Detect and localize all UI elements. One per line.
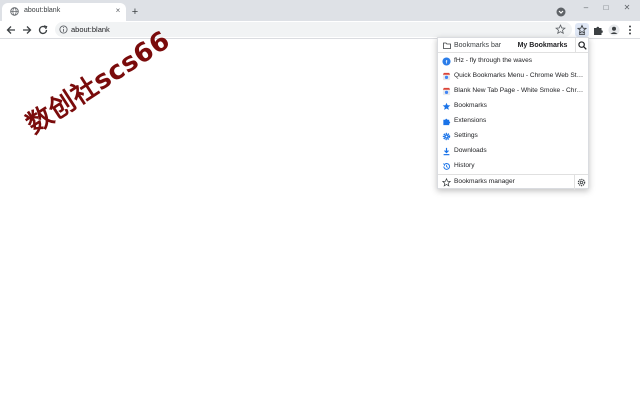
bookmarks-extension-button[interactable] bbox=[575, 23, 589, 37]
reload-icon[interactable] bbox=[37, 24, 49, 36]
chrome-menu-icon[interactable] bbox=[623, 23, 637, 37]
popup-search-button[interactable] bbox=[575, 38, 588, 53]
bookmark-item[interactable]: Settings bbox=[438, 129, 588, 144]
profile-avatar-icon[interactable] bbox=[607, 23, 621, 37]
gear-icon bbox=[442, 132, 451, 141]
bookmark-label: fHz - fly through the waves bbox=[454, 57, 533, 64]
new-tab-button[interactable]: + bbox=[129, 6, 141, 18]
forward-arrow-icon[interactable] bbox=[21, 24, 33, 36]
bookmarks-popup: Bookmarks bar My Bookmarks f fHz - fly t… bbox=[437, 37, 589, 190]
maximize-button[interactable]: □ bbox=[600, 3, 612, 13]
bookmark-label: History bbox=[454, 162, 475, 169]
bookmark-item[interactable]: Extensions bbox=[438, 114, 588, 129]
tab-bookmarks-bar-label: Bookmarks bar bbox=[454, 42, 502, 49]
bookmark-item[interactable]: f fHz - fly through the waves bbox=[438, 54, 588, 69]
tab-close-icon[interactable]: × bbox=[113, 6, 123, 16]
tab-strip: about:blank × + – □ ✕ bbox=[0, 0, 640, 21]
tab-my-bookmarks[interactable]: My Bookmarks bbox=[510, 38, 575, 53]
tab-bookmarks-bar[interactable]: Bookmarks bar bbox=[438, 38, 510, 53]
chrome-web-store-icon bbox=[442, 72, 451, 81]
download-icon bbox=[443, 147, 450, 156]
popup-footer: Bookmarks manager bbox=[438, 174, 588, 190]
bookmark-item[interactable]: Downloads bbox=[438, 144, 588, 159]
bookmark-item[interactable]: Blank New Tab Page - White Smoke - Chrom… bbox=[438, 84, 588, 99]
bookmark-label: Settings bbox=[454, 132, 478, 139]
star-icon bbox=[442, 102, 451, 110]
extensions-puzzle-icon[interactable] bbox=[591, 23, 605, 37]
tab-search-icon[interactable] bbox=[556, 7, 566, 17]
bookmark-label: Bookmarks bbox=[454, 102, 487, 109]
bookmarks-manager-link[interactable]: Bookmarks manager bbox=[454, 178, 515, 185]
bookmark-label: Blank New Tab Page - White Smoke - Chrom… bbox=[454, 87, 584, 94]
fhz-favicon: f bbox=[442, 57, 451, 66]
url-text[interactable]: about:blank bbox=[71, 25, 110, 34]
bookmark-item[interactable]: Bookmarks bbox=[438, 99, 588, 114]
star-outline-icon bbox=[442, 178, 451, 187]
chrome-web-store-icon bbox=[442, 87, 451, 96]
tab-about-blank[interactable]: about:blank × bbox=[2, 3, 126, 21]
popup-settings-button[interactable] bbox=[574, 175, 588, 190]
globe-icon bbox=[10, 7, 19, 16]
history-icon bbox=[442, 163, 451, 170]
info-icon[interactable] bbox=[59, 25, 68, 34]
window-close-button[interactable]: ✕ bbox=[621, 3, 633, 13]
folder-icon bbox=[443, 42, 451, 49]
puzzle-icon bbox=[443, 118, 451, 126]
tab-title: about:blank bbox=[24, 7, 61, 14]
bookmark-label: Extensions bbox=[454, 117, 487, 124]
bookmark-item[interactable]: History bbox=[438, 159, 588, 174]
bookmark-label: Downloads bbox=[454, 147, 487, 154]
popup-tab-bar: Bookmarks bar My Bookmarks bbox=[438, 38, 588, 53]
bookmark-star-icon[interactable] bbox=[555, 24, 566, 35]
bookmark-item[interactable]: Quick Bookmarks Menu - Chrome Web Store bbox=[438, 69, 588, 84]
back-arrow-icon[interactable] bbox=[5, 24, 17, 36]
gear-icon bbox=[577, 178, 586, 187]
minimize-button[interactable]: – bbox=[580, 3, 592, 13]
search-icon bbox=[578, 41, 587, 50]
bookmark-label: Quick Bookmarks Menu - Chrome Web Store bbox=[454, 72, 584, 79]
